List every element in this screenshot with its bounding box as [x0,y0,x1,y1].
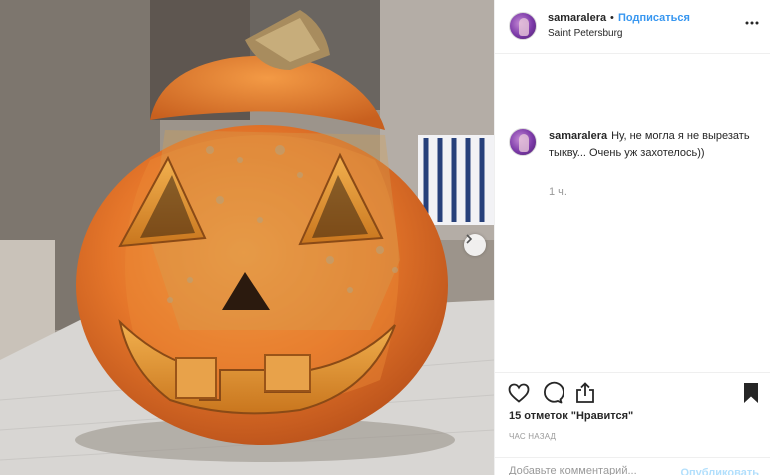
comment-button[interactable] [540,381,565,405]
location-link[interactable]: Saint Petersburg [548,28,623,39]
like-button[interactable] [507,381,531,405]
avatar[interactable] [509,128,537,156]
caption-text: samaralera Ну, не могла я не вырезать тык… [549,128,754,162]
save-button[interactable] [739,381,763,405]
likes-count[interactable]: 15 отметок "Нравится" [509,410,633,422]
bookmark-icon [744,383,758,403]
next-photo-button[interactable] [464,234,486,256]
share-icon [576,382,594,403]
pumpkin-image [0,0,494,475]
share-button[interactable] [573,381,597,405]
chevron-right-icon [466,234,473,244]
username-link[interactable]: samaralera [548,12,606,24]
caption-username[interactable]: samaralera [549,130,607,142]
post-sidebar: samaralera • Подписаться Saint Petersbur… [494,0,770,475]
follow-button[interactable]: Подписаться [618,12,690,24]
caption-block: samaralera Ну, не могла я не вырезать тык… [495,54,770,372]
publish-button[interactable]: Опубликовать [680,467,759,475]
add-comment-row: Опубликовать [495,457,770,475]
comment-bubble-icon [544,381,565,404]
avatar[interactable] [509,12,537,40]
caption-time: 1 ч. [549,186,567,198]
more-options-button[interactable] [744,15,760,31]
action-bar: 15 отметок "Нравится" ЧАС НАЗАД Опублико… [495,372,770,475]
comment-input[interactable] [509,465,669,475]
post-timestamp: ЧАС НАЗАД [509,432,557,441]
heart-icon [508,383,530,403]
more-horizontal-icon [745,21,759,25]
post-header: samaralera • Подписаться Saint Petersbur… [495,0,770,54]
separator-dot: • [610,12,614,24]
post-photo[interactable] [0,0,494,475]
